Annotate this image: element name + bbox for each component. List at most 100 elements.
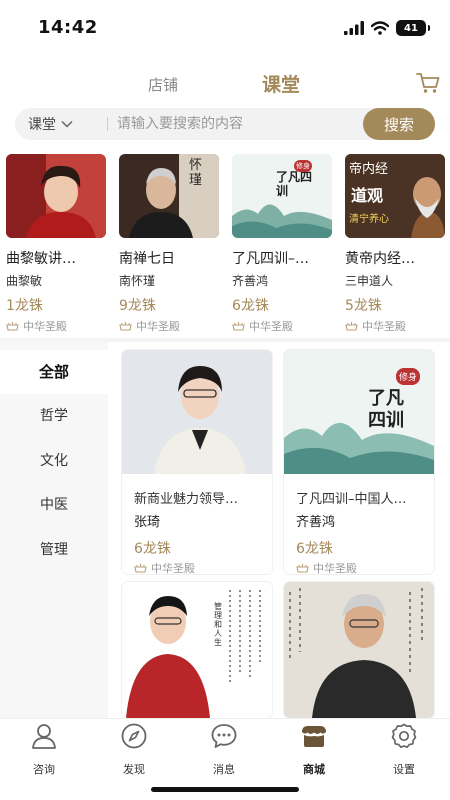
course-title: 黄帝内经… [345,251,415,267]
nav-label: 设置 [393,763,415,776]
nav-discover[interactable]: 发现 [99,723,169,777]
search-divider [107,117,108,131]
course-price: 9龙铢 [119,298,156,314]
status-icons: 41 [344,19,430,37]
course-card[interactable]: 新商业魅力领导… 张琦 6龙铢 中华圣殿 [122,350,272,574]
course-card[interactable] [284,582,434,718]
featured-card[interactable]: 帝内经 道观 清宁养心 黄帝内经… 三申道人 5龙铢 中华圣殿 [345,154,445,334]
course-title: 曲黎敏讲… [6,251,76,267]
poster-badge: 修身 [294,160,312,172]
course-price: 6龙铢 [296,541,333,557]
course-price: 6龙铢 [232,298,269,314]
category-sidebar: 全部 哲学 文化 中医 管理 [0,342,108,718]
poster-line-2: 道观 [351,186,384,205]
nav-settings[interactable]: 设置 [369,723,439,777]
store-name: 中华圣殿 [23,320,67,333]
featured-card[interactable]: 怀瑾 南禅七日 南怀瑾 9龙铢 中华圣殿 [119,154,219,334]
battery-indicator: 41 [396,20,430,36]
store-icon [232,322,245,331]
poster-title: 了凡四训 [368,388,404,431]
cart-icon[interactable] [416,72,440,94]
course-thumbnail [6,154,106,238]
course-title: 南禅七日 [119,251,175,267]
search-scope-dropdown[interactable]: 课堂 [28,114,73,134]
quote-text: 管理和人生 [214,602,222,647]
course-card[interactable]: 了凡四训 修身 了凡四训–中国人… 齐善鸿 6龙铢 中华圣殿 [284,350,434,574]
search-input[interactable] [117,112,367,136]
course-author: 齐善鸿 [296,515,336,530]
store-icon [302,726,326,747]
store-name: 中华圣殿 [313,562,357,574]
search-bar: 课堂 搜索 [15,108,435,140]
store-label: 中华圣殿 [119,318,219,334]
signal-icon [344,21,364,35]
course-thumbnail [122,350,272,474]
portrait-image [284,582,434,718]
tab-shop[interactable]: 店铺 [148,74,178,95]
calligraphy-text: 怀瑾 [189,158,203,188]
battery-level: 41 [404,22,418,34]
gear-icon [391,723,417,749]
category-item-management[interactable]: 管理 [0,528,108,572]
nav-messages[interactable]: 消息 [189,723,259,777]
course-thumbnail: 管理和人生 [122,582,272,718]
store-icon [345,322,358,331]
poster-line-1: 帝内经 [349,162,389,177]
portrait-image [122,582,272,718]
course-author: 齐善鸿 [232,274,269,288]
store-label: 中华圣殿 [6,318,106,334]
chevron-down-icon [61,120,73,128]
category-item-tcm[interactable]: 中医 [0,483,108,527]
course-price: 5龙铢 [345,298,382,314]
store-name: 中华圣殿 [151,562,195,574]
category-item-culture[interactable]: 文化 [0,439,108,483]
course-thumbnail: 了凡四训 修身 [284,350,434,474]
course-title: 了凡四训–中国人… [296,492,407,507]
portrait-image [122,350,272,474]
store-icon [296,564,309,573]
course-price: 6龙铢 [134,541,171,557]
search-scope-label: 课堂 [28,117,56,133]
course-author: 张琦 [134,515,161,530]
course-thumbnail: 了凡四训 修身 [232,154,332,238]
category-item-philosophy[interactable]: 哲学 [0,394,108,438]
poster-title: 了凡四训 [276,170,313,198]
store-name: 中华圣殿 [136,320,180,333]
nav-mall[interactable]: 商城 [279,723,349,777]
store-icon [119,322,132,331]
home-indicator [151,787,299,792]
portrait-image [6,154,106,238]
tab-classroom[interactable]: 课堂 [262,70,300,97]
wifi-icon [371,21,389,35]
course-author: 曲黎敏 [6,274,43,288]
course-card[interactable]: 管理和人生 [122,582,272,718]
store-label: 中华圣殿 [345,318,445,334]
status-time: 14:42 [38,17,98,38]
store-label: 中华圣殿 [232,318,332,334]
store-name: 中华圣殿 [362,320,406,333]
course-title: 了凡四训–… [232,251,309,267]
nav-label: 商城 [303,763,325,776]
featured-course-list: 曲黎敏讲… 曲黎敏 1龙铢 中华圣殿 怀瑾 南禅七日 南怀瑾 9龙铢 中华圣殿 [6,154,450,334]
poster-badge: 修身 [396,368,421,385]
course-author: 南怀瑾 [119,274,156,288]
store-label: 中华圣殿 [296,560,434,574]
top-nav: 店铺 课堂 [0,62,450,106]
category-item-all[interactable]: 全部 [0,350,108,394]
store-icon [134,564,147,573]
search-button[interactable]: 搜索 [363,108,435,140]
nav-label: 发现 [123,763,145,776]
course-author: 三申道人 [345,274,394,288]
course-title: 新商业魅力领导… [134,492,239,507]
featured-card[interactable]: 了凡四训 修身 了凡四训–… 齐善鸿 6龙铢 中华圣殿 [232,154,332,334]
poster-line-3: 清宁养心 [349,214,389,225]
chat-bubble-icon [211,724,237,748]
course-thumbnail: 帝内经 道观 清宁养心 [345,154,445,238]
status-bar: 14:42 41 [0,0,450,52]
nav-consult[interactable]: 咨询 [9,723,79,777]
featured-card[interactable]: 曲黎敏讲… 曲黎敏 1龙铢 中华圣殿 [6,154,106,334]
compass-icon [121,723,147,749]
store-icon [6,322,19,331]
person-icon [32,724,56,749]
nav-label: 咨询 [33,763,55,776]
